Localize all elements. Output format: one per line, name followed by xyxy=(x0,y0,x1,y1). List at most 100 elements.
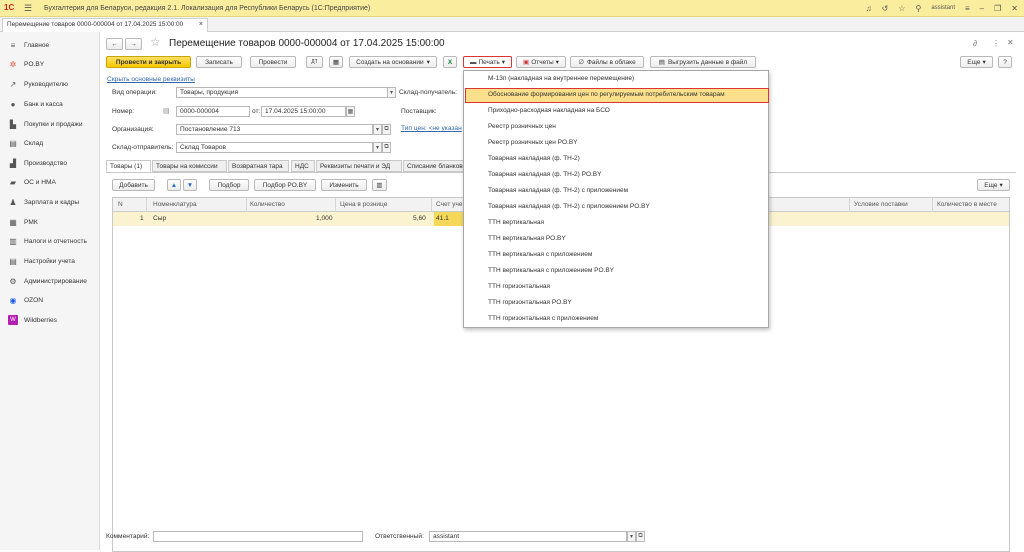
print-menu-item[interactable]: ТТН горизонтальная PO.BY xyxy=(488,299,572,306)
col-qty-per-place[interactable]: Количество в месте xyxy=(937,201,997,208)
minimize-icon[interactable]: – xyxy=(980,4,984,13)
source-warehouse-field[interactable]: Склад Товаров xyxy=(176,142,373,153)
move-down-icon[interactable]: ▼ xyxy=(183,179,197,191)
more-button[interactable]: Еще ▾ xyxy=(960,56,993,68)
number-field[interactable]: 0000-000004 xyxy=(176,106,250,117)
print-menu-item[interactable]: Реестр розничных цен xyxy=(488,123,556,130)
tab-close-icon[interactable]: × xyxy=(199,21,203,30)
responsible-field[interactable]: assistant xyxy=(429,531,627,542)
more-vert-icon[interactable]: ⋮ xyxy=(992,39,1000,48)
post-button[interactable]: Провести xyxy=(250,56,296,68)
print-menu-item[interactable]: Приходно-расходная накладная на БСО xyxy=(488,107,610,114)
user-name[interactable]: assistant xyxy=(931,5,955,11)
change-button[interactable]: Изменить xyxy=(321,179,367,191)
cell-quantity[interactable]: 1,000 xyxy=(316,215,333,222)
print-menu-item[interactable]: Товарная накладная (ф. ТН-2) PO.BY xyxy=(488,171,601,178)
hamburger-menu-icon[interactable]: ☰ xyxy=(24,3,36,14)
organization-dropdown-icon[interactable]: ▾ xyxy=(373,124,382,135)
print-menu-item[interactable]: М-13п (накладная на внутреннее перемещен… xyxy=(488,75,634,82)
tab-goods[interactable]: Товары (1) xyxy=(106,160,151,172)
print-button[interactable]: ▬ Печать ▾ xyxy=(463,56,512,68)
operation-field[interactable]: Товары, продукция xyxy=(176,87,388,98)
close-form-icon[interactable]: ✕ xyxy=(1007,38,1014,47)
sidebar-item-assets[interactable]: ▰ ОС и НМА xyxy=(8,176,56,188)
print-menu-item[interactable]: ТТН вертикальная xyxy=(488,219,544,226)
add-row-button[interactable]: Добавить xyxy=(112,179,155,191)
sidebar-item-rmk[interactable]: ▦ РМК xyxy=(8,216,37,228)
hide-details-link[interactable]: Скрыть основные реквизиты xyxy=(107,76,195,83)
post-close-button[interactable]: Провести и закрыть xyxy=(106,56,191,68)
col-account[interactable]: Счет уче xyxy=(436,201,462,208)
sidebar-item-salary[interactable]: ♟ Зарплата и кадры xyxy=(8,196,79,208)
sidebar-item-taxes[interactable]: ▥ Налоги и отчетность xyxy=(8,235,87,247)
sidebar-item-admin[interactable]: ⚙ Администрирование xyxy=(8,275,86,287)
help-button[interactable]: ? xyxy=(998,56,1012,68)
files-cloud-button[interactable]: ∅ Файлы в облаке xyxy=(570,56,644,68)
table-more-button[interactable]: Еще ▾ xyxy=(977,179,1010,191)
organization-open-icon[interactable]: ⧉ xyxy=(382,124,391,135)
cell-retail-price[interactable]: 5,60 xyxy=(413,215,426,222)
cell-item[interactable]: Сыр xyxy=(153,215,166,222)
source-warehouse-dropdown-icon[interactable]: ▾ xyxy=(373,142,382,153)
barcode-icon[interactable]: ▥ xyxy=(372,179,387,191)
print-menu-item[interactable]: ТТН вертикальная с приложением PO.BY xyxy=(488,267,614,274)
sidebar-item-ozon[interactable]: ◉ OZON xyxy=(8,294,44,306)
star-icon[interactable]: ☆ xyxy=(898,4,905,13)
col-n[interactable]: N xyxy=(118,201,123,208)
print-menu-item[interactable]: ТТН горизонтальная с приложением xyxy=(488,315,598,322)
select-poby-button[interactable]: Подбор PO.BY xyxy=(254,179,316,191)
tab-blanks-writeoff[interactable]: Списание бланков xyxy=(403,160,465,172)
forward-button[interactable]: → xyxy=(125,38,142,50)
sidebar-item-main[interactable]: ≡ Главное xyxy=(8,39,50,51)
tab-vat[interactable]: НДС xyxy=(291,160,315,172)
sidebar-item-poby[interactable]: ✲ PO.BY xyxy=(8,58,45,70)
dt-kt-icon[interactable]: ДТ xyxy=(306,56,323,68)
col-quantity[interactable]: Количество xyxy=(250,201,285,208)
organization-field[interactable]: Постановление 713 xyxy=(176,124,373,135)
sidebar-item-sales[interactable]: ▙ Покупки и продажи xyxy=(8,118,83,130)
date-field[interactable]: 17.04.2025 15:00:00 xyxy=(261,106,346,117)
structure-icon[interactable]: ▦ xyxy=(329,56,343,68)
tab-print-details[interactable]: Реквизиты печати и ЭД xyxy=(316,160,402,172)
sidebar-item-production[interactable]: ▟ Производство xyxy=(8,157,67,169)
cell-account[interactable]: 41.1 xyxy=(434,212,466,226)
sidebar-item-bank[interactable]: ● Банк и касса xyxy=(8,98,63,110)
export-data-button[interactable]: ▤ Выгрузить данные в файл xyxy=(650,56,756,68)
tab-commission-goods[interactable]: Товары на комиссии xyxy=(152,160,227,172)
settings-menu-icon[interactable]: ≡ xyxy=(965,4,970,13)
print-menu-item[interactable]: Товарная накладная (ф. ТН-2) xyxy=(488,155,580,162)
source-warehouse-open-icon[interactable]: ⧉ xyxy=(382,142,391,153)
print-menu-item[interactable]: Товарная накладная (ф. ТН-2) с приложени… xyxy=(488,203,650,210)
link-icon[interactable]: ∂ xyxy=(973,39,977,48)
col-item[interactable]: Номенклатура xyxy=(153,201,197,208)
tab-returnable-tare[interactable]: Возвратная тара xyxy=(228,160,289,172)
restore-icon[interactable]: ❐ xyxy=(994,4,1001,13)
col-retail-price[interactable]: Цена в рознице xyxy=(340,201,387,208)
responsible-dropdown-icon[interactable]: ▾ xyxy=(627,531,636,542)
history-icon[interactable]: ↺ xyxy=(882,4,889,13)
sidebar-item-manager[interactable]: ↗ Руководителю xyxy=(8,78,68,90)
responsible-open-icon[interactable]: ⧉ xyxy=(636,531,645,542)
create-based-button[interactable]: Создать на основании ▾ xyxy=(349,56,437,68)
excel-icon[interactable]: X xyxy=(443,56,457,68)
back-button[interactable]: ← xyxy=(106,38,123,50)
bell-icon[interactable]: ♫ xyxy=(866,4,872,13)
favorite-star-icon[interactable]: ☆ xyxy=(150,35,161,49)
price-type-link[interactable]: Тип цен: <не указан xyxy=(401,125,462,132)
close-icon[interactable]: ✕ xyxy=(1011,4,1018,13)
print-menu-item[interactable]: ТТН горизонтальная xyxy=(488,283,550,290)
sidebar-item-wildberries[interactable]: W Wildberries xyxy=(8,314,57,326)
print-menu-item[interactable]: ТТН вертикальная PO.BY xyxy=(488,235,566,242)
print-menu-item[interactable]: ТТН вертикальная с приложением xyxy=(488,251,592,258)
select-button[interactable]: Подбор xyxy=(209,179,249,191)
move-up-icon[interactable]: ▲ xyxy=(167,179,181,191)
print-menu-item[interactable]: Реестр розничных цен PO.BY xyxy=(488,139,578,146)
comment-field[interactable] xyxy=(153,531,363,542)
reports-button[interactable]: ▣ Отчеты ▾ xyxy=(516,56,566,68)
calendar-icon[interactable]: ▦ xyxy=(346,106,355,117)
print-menu-item-selected[interactable]: Обоснование формирования цен по регулиру… xyxy=(488,91,725,98)
search-icon[interactable]: ⚲ xyxy=(915,4,921,13)
print-menu-item[interactable]: Товарная накладная (ф. ТН-2) с приложени… xyxy=(488,187,628,194)
save-button[interactable]: Записать xyxy=(196,56,242,68)
operation-dropdown-icon[interactable]: ▾ xyxy=(387,87,396,98)
